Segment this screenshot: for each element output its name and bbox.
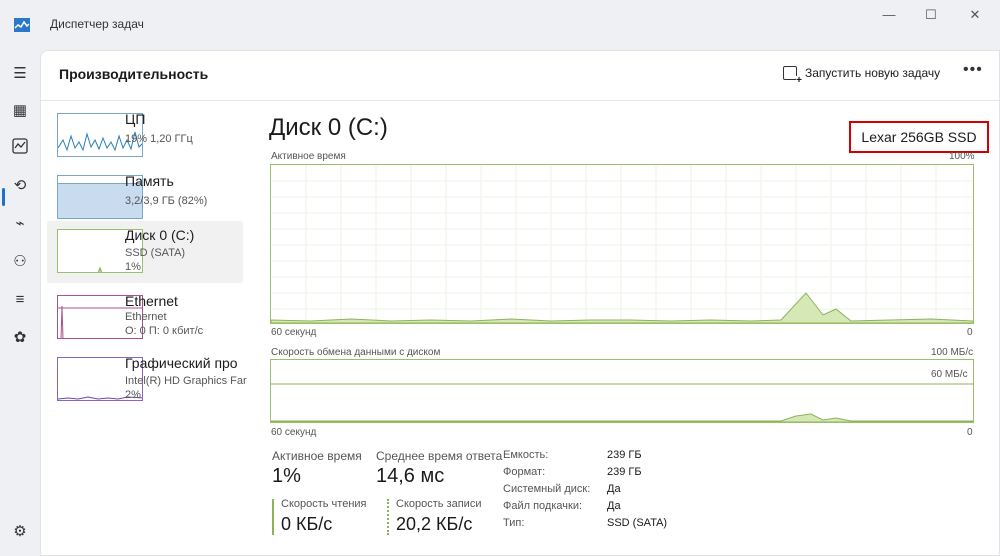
run-new-task-button[interactable]: Запустить новую задачу <box>783 66 941 86</box>
navigation-rail: ☰ ▦ ⟲ ⌁ ⚇ ≡ ✿ ⚙ <box>0 50 40 556</box>
response-time-value: 14,6 мс <box>376 465 445 487</box>
device-sub: Intel(R) HD Graphics Far <box>125 375 247 387</box>
device-name: Ethernet <box>125 293 178 309</box>
device-item-cpu[interactable]: ЦП 19% 1,20 ГГц <box>47 105 243 167</box>
disk-model: Lexar 256GB SSD <box>849 121 989 153</box>
task-manager-app-icon <box>14 18 30 32</box>
transfer-rate-graph-min: 0 <box>967 427 973 438</box>
minimize-button[interactable]: — <box>874 8 904 22</box>
device-name: ЦП <box>125 111 146 127</box>
device-item-gpu[interactable]: Графический про Intel(R) HD Graphics Far… <box>47 349 247 411</box>
device-name: Память <box>125 173 174 189</box>
startup-apps-icon[interactable]: ⌁ <box>10 214 30 234</box>
device-sub: 19% 1,20 ГГц <box>125 133 193 145</box>
device-sub: 3,2/3,9 ГБ (82%) <box>125 195 208 207</box>
capacity-label: Емкость: <box>503 449 549 461</box>
active-time-graph <box>270 164 974 324</box>
header-divider <box>41 100 999 101</box>
format-value: 239 ГБ <box>607 466 642 478</box>
device-sub-2: О: 0 П: 0 кбит/с <box>125 325 204 337</box>
new-task-icon <box>783 66 802 86</box>
active-time-graph-label: Активное время <box>271 151 346 162</box>
response-time-label: Среднее время ответа <box>376 449 503 463</box>
transfer-rate-graph-mid: 60 МБ/с <box>931 369 968 380</box>
active-time-graph-duration: 60 секунд <box>271 327 317 338</box>
title-bar: Диспетчер задач — ☐ ✕ <box>0 0 1000 50</box>
transfer-rate-graph-label: Скорость обмена данными с диском <box>271 347 441 358</box>
device-item-disk[interactable]: Диск 0 (C:) SSD (SATA) 1% <box>47 221 243 283</box>
maximize-button[interactable]: ☐ <box>916 8 946 22</box>
services-icon[interactable]: ✿ <box>10 328 30 348</box>
active-indicator <box>2 188 5 206</box>
page-title: Производительность <box>59 66 209 82</box>
device-sub: Ethernet <box>125 311 167 323</box>
disk-title: Диск 0 (C:) <box>269 114 388 141</box>
page-file-label: Файл подкачки: <box>503 500 583 512</box>
active-time-label: Активное время <box>272 449 362 463</box>
device-sub: SSD (SATA) <box>125 247 186 259</box>
system-disk-label: Системный диск: <box>503 483 591 495</box>
transfer-rate-graph <box>270 359 974 423</box>
transfer-rate-graph-max: 100 МБ/с <box>931 347 974 358</box>
device-name: Диск 0 (C:) <box>125 227 195 243</box>
active-time-value: 1% <box>272 465 301 487</box>
capacity-value: 239 ГБ <box>607 449 642 461</box>
write-speed-marker <box>387 499 389 535</box>
more-options-button[interactable]: ••• <box>963 61 983 79</box>
device-sub-2: 2% <box>125 389 141 401</box>
device-name: Графический про <box>125 355 238 371</box>
read-speed-value: 0 КБ/с <box>281 514 333 534</box>
system-disk-value: Да <box>607 483 621 495</box>
processes-icon[interactable]: ▦ <box>10 101 30 121</box>
close-button[interactable]: ✕ <box>960 8 990 22</box>
active-time-graph-min: 0 <box>967 327 973 338</box>
users-icon[interactable]: ⚇ <box>10 252 30 272</box>
read-speed-marker <box>272 499 274 535</box>
main-panel: Производительность Запустить новую задач… <box>40 50 1000 556</box>
details-icon[interactable]: ≡ <box>10 290 30 310</box>
device-item-memory[interactable]: Память 3,2/3,9 ГБ (82%) <box>47 167 243 229</box>
type-label: Тип: <box>503 517 525 529</box>
run-new-task-label: Запустить новую задачу <box>805 66 941 80</box>
app-history-icon[interactable]: ⟲ <box>10 176 30 196</box>
performance-icon[interactable] <box>10 138 30 158</box>
page-file-value: Да <box>607 500 621 512</box>
settings-icon[interactable]: ⚙ <box>10 522 30 542</box>
write-speed-label: Скорость записи <box>396 498 482 510</box>
window-title: Диспетчер задач <box>50 17 144 31</box>
format-label: Формат: <box>503 466 546 478</box>
read-speed-label: Скорость чтения <box>281 498 367 510</box>
transfer-rate-graph-duration: 60 секунд <box>271 427 317 438</box>
active-time-graph-max: 100% <box>949 151 975 162</box>
device-sub-2: 1% <box>125 261 141 273</box>
device-item-ethernet[interactable]: Ethernet Ethernet О: 0 П: 0 кбит/с <box>47 287 243 349</box>
write-speed-value: 20,2 КБ/с <box>396 514 473 534</box>
type-value: SSD (SATA) <box>607 517 668 529</box>
menu-icon[interactable]: ☰ <box>10 64 30 84</box>
